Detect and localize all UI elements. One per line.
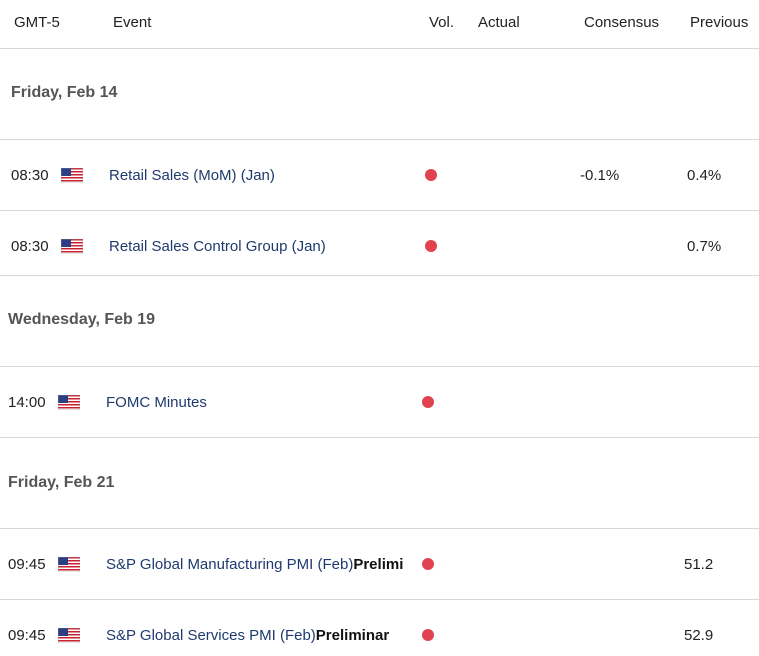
us-flag-icon [58, 395, 80, 410]
high-volatility-icon [425, 169, 437, 181]
high-volatility-icon [422, 629, 434, 641]
date-group-header: Friday, Feb 14 [0, 49, 759, 139]
event-time: 09:45 [8, 627, 46, 644]
event-time: 08:30 [11, 238, 49, 255]
us-flag-icon [61, 168, 83, 183]
high-volatility-icon [422, 396, 434, 408]
event-name-link[interactable]: FOMC Minutes [106, 394, 416, 411]
us-flag-icon [58, 628, 80, 643]
previous-value: 0.7% [687, 238, 722, 255]
us-flag-icon [61, 239, 83, 254]
previous-header: Previous [690, 14, 749, 31]
event-time: 08:30 [11, 167, 49, 184]
date-group-header: Friday, Feb 21 [0, 438, 759, 528]
vol-header: Vol. [429, 14, 455, 31]
event-row[interactable]: 08:30 Retail Sales (MoM) (Jan) -0.1% 0.4… [0, 140, 759, 210]
event-row[interactable]: 09:45 S&P Global Services PMI (Feb)Preli… [0, 600, 759, 656]
actual-header: Actual [478, 14, 520, 31]
date-label: Wednesday, Feb 19 [8, 311, 156, 328]
high-volatility-icon [422, 558, 434, 570]
previous-value: 0.4% [687, 167, 722, 184]
event-row[interactable]: 14:00 FOMC Minutes [0, 367, 759, 437]
event-name-link[interactable]: S&P Global Services PMI (Feb)Preliminar [106, 627, 417, 644]
event-time: 09:45 [8, 556, 46, 573]
event-row[interactable]: 09:45 S&P Global Manufacturing PMI (Feb)… [0, 529, 759, 599]
event-time: 14:00 [8, 394, 46, 411]
event-header: Event [113, 14, 152, 31]
date-label: Friday, Feb 21 [8, 474, 115, 491]
event-name-link[interactable]: Retail Sales Control Group (Jan) [109, 238, 419, 255]
consensus-value: -0.1% [580, 167, 620, 184]
date-label: Friday, Feb 14 [11, 84, 118, 101]
us-flag-icon [58, 557, 80, 572]
timezone-header[interactable]: GMT-5 [14, 14, 60, 31]
calendar-header: GMT-5 Event Vol. Actual Consensus Previo… [0, 0, 759, 49]
event-row[interactable]: 08:30 Retail Sales Control Group (Jan) 0… [0, 211, 759, 275]
consensus-header: Consensus [584, 14, 660, 31]
event-name-link[interactable]: S&P Global Manufacturing PMI (Feb)Prelim… [106, 556, 417, 573]
high-volatility-icon [425, 240, 437, 252]
previous-value: 52.9 [684, 627, 714, 644]
date-group-header: Wednesday, Feb 19 [0, 276, 759, 366]
event-name-link[interactable]: Retail Sales (MoM) (Jan) [109, 167, 419, 184]
previous-value: 51.2 [684, 556, 714, 573]
